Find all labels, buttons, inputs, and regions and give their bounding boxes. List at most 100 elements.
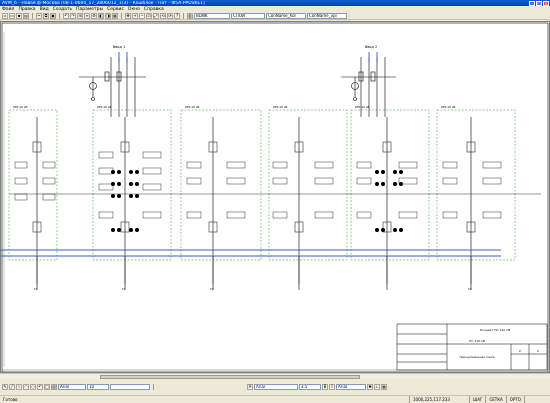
paste-icon[interactable]: ▣: [50, 12, 56, 19]
svg-text:КРУ-10 кВ: КРУ-10 кВ: [355, 105, 370, 109]
menu-window[interactable]: Окно: [128, 7, 140, 12]
status-bar: Готово 1000,225,117.233 ШАГ СЕТКА ОРТО: [0, 395, 550, 403]
zoom-out-icon[interactable]: −: [139, 12, 145, 19]
zoom-extents-icon[interactable]: ⤢: [153, 12, 159, 19]
window-controls: _ □ ×: [529, 0, 549, 6]
maximize-button[interactable]: □: [536, 0, 542, 6]
panel-headers: КРУ-10 кВ КРУ-10 кВ КРУ-10 кВ КРУ-10 кВ …: [13, 105, 456, 109]
grid-icon[interactable]: ⊞: [77, 12, 83, 19]
snap-icon[interactable]: ✱: [367, 384, 373, 390]
title-block: [396, 323, 548, 371]
toolbar-separator: [183, 12, 184, 19]
drawing-canvas[interactable]: Ввод 1 Ввод 2 КРУ-10 кВ КРУ-10 кВ КРУ-10…: [0, 21, 550, 373]
toolbar-separator: [59, 12, 60, 19]
zoom-in-icon[interactable]: +: [132, 12, 138, 19]
new-icon[interactable]: ▫: [2, 12, 8, 19]
fill-icon[interactable]: ▨: [51, 384, 57, 390]
menu-edit[interactable]: Правка: [18, 7, 35, 12]
panel-frames: [8, 109, 516, 261]
ortho-icon[interactable]: ⊥: [374, 384, 380, 390]
menu-parameters[interactable]: Параметры: [76, 7, 103, 12]
ortho-mode-toggle[interactable]: ОРТО: [507, 396, 525, 403]
title-block-code: ПС 110 кВ: [469, 339, 485, 343]
close-button[interactable]: ×: [543, 0, 549, 6]
linetype-select[interactable]: ConName_hol: [266, 12, 306, 19]
print-icon[interactable]: ▤: [23, 12, 29, 19]
title-block-sheet: 2: [537, 349, 539, 353]
arc-icon[interactable]: ◠: [23, 384, 29, 390]
text-size-select[interactable]: 3.5: [299, 384, 321, 390]
cut-icon[interactable]: ✂: [36, 12, 42, 19]
bay-lines: [36, 117, 472, 290]
bus-label-3: Т2: [209, 287, 214, 291]
polyline-icon[interactable]: ⌇: [16, 384, 22, 390]
font-select[interactable]: Arial: [58, 384, 86, 390]
toolbar-separator: [153, 384, 154, 390]
grid-mode-toggle[interactable]: СЕТКА: [486, 396, 507, 403]
color-select[interactable]: СЛОЙ: [231, 12, 265, 19]
undo-draw-icon[interactable]: ↶: [37, 384, 43, 390]
zoom-window-icon[interactable]: ⊡: [146, 12, 152, 19]
title-block-stage: Р: [519, 349, 521, 353]
menu-create[interactable]: Создать: [53, 7, 72, 12]
menu-help[interactable]: Справка: [144, 7, 164, 12]
svg-text:КРУ-10 кВ: КРУ-10 кВ: [185, 105, 200, 109]
drawing-toolbar: ✎ ╱ ⌇ ◠ ○ ↶ □ ▨ Arial 10 A Arial 3.5 B I…: [0, 379, 550, 395]
menu-file[interactable]: Файл: [2, 7, 14, 12]
open-icon[interactable]: ▭: [9, 12, 15, 19]
help-icon[interactable]: ?: [174, 12, 180, 19]
text-font-select[interactable]: Arial: [254, 384, 298, 390]
arrow-1: [118, 52, 128, 62]
tool-b-icon[interactable]: ◨: [105, 12, 111, 19]
svg-text:КРУ-10 кВ: КРУ-10 кВ: [13, 105, 28, 109]
svg-text:КРУ-10 кВ: КРУ-10 кВ: [97, 105, 112, 109]
layer-manager-icon[interactable]: ▥: [187, 12, 193, 19]
tool-a-icon[interactable]: ◧: [98, 12, 104, 19]
window-title: AVM_6 - Новая ф-Москва [08-1-0600_17_280…: [2, 0, 205, 6]
style-select[interactable]: ConName_vpl: [307, 12, 347, 19]
transformer-1: [79, 57, 146, 117]
redo-icon[interactable]: ↷: [70, 12, 76, 19]
drawing-frame: [1, 22, 549, 372]
transformer-1-label: Ввод 1: [113, 45, 125, 49]
linestyle-select[interactable]: [110, 384, 150, 390]
toolbar-separator: [32, 12, 33, 19]
layers-icon[interactable]: ≡: [84, 12, 90, 19]
title-block-company: Концерт ПС 110 кВ: [480, 328, 510, 332]
grid-toggle-icon[interactable]: ▦: [381, 384, 387, 390]
transformer-2-label: Ввод 2: [365, 45, 377, 49]
menu-view[interactable]: Вид: [40, 7, 49, 12]
text-a-icon[interactable]: A: [247, 384, 253, 390]
minimize-button[interactable]: _: [529, 0, 535, 6]
rect-icon[interactable]: □: [44, 384, 50, 390]
bold-icon[interactable]: B: [322, 384, 328, 390]
layer-select[interactable]: BDNK: [194, 12, 230, 19]
regen-icon[interactable]: ⟳: [167, 12, 173, 19]
copy-icon[interactable]: ⧉: [43, 12, 49, 19]
bus-label-1: Т1: [33, 287, 38, 291]
toolbar-separator: [121, 12, 122, 19]
properties-icon[interactable]: ⚙: [91, 12, 97, 19]
italic-icon[interactable]: I: [329, 384, 335, 390]
bus-label-4: Т2: [467, 287, 472, 291]
size-select[interactable]: 10: [87, 384, 109, 390]
feeder-labels: Т1 Т1 Т2 Т2: [33, 287, 472, 291]
pan-icon[interactable]: ✥: [125, 12, 131, 19]
line-icon[interactable]: ╱: [9, 384, 15, 390]
coordinates-readout: 1000,225,117.233: [410, 396, 470, 403]
tool-c-icon[interactable]: ▦: [112, 12, 118, 19]
menu-service[interactable]: Сервис: [107, 7, 124, 12]
device-blocks: [14, 151, 502, 219]
save-icon[interactable]: ▪: [16, 12, 22, 19]
feeders: [36, 256, 472, 284]
pencil-icon[interactable]: ✎: [2, 384, 8, 390]
snap-mode-toggle[interactable]: ШАГ: [470, 396, 487, 403]
circle-icon[interactable]: ○: [30, 384, 36, 390]
schematic-drawing: Ввод 1 Ввод 2 КРУ-10 кВ КРУ-10 кВ КРУ-10…: [1, 22, 549, 372]
svg-text:КРУ-10 кВ: КРУ-10 кВ: [273, 105, 288, 109]
bus-label-2: Т1: [121, 287, 126, 291]
undo-icon[interactable]: ↶: [63, 12, 69, 19]
zoom-previous-icon[interactable]: ⟲: [160, 12, 166, 19]
title-block-description: Принципиальная схема: [460, 355, 495, 359]
style-label[interactable]: Arial: [336, 384, 366, 390]
